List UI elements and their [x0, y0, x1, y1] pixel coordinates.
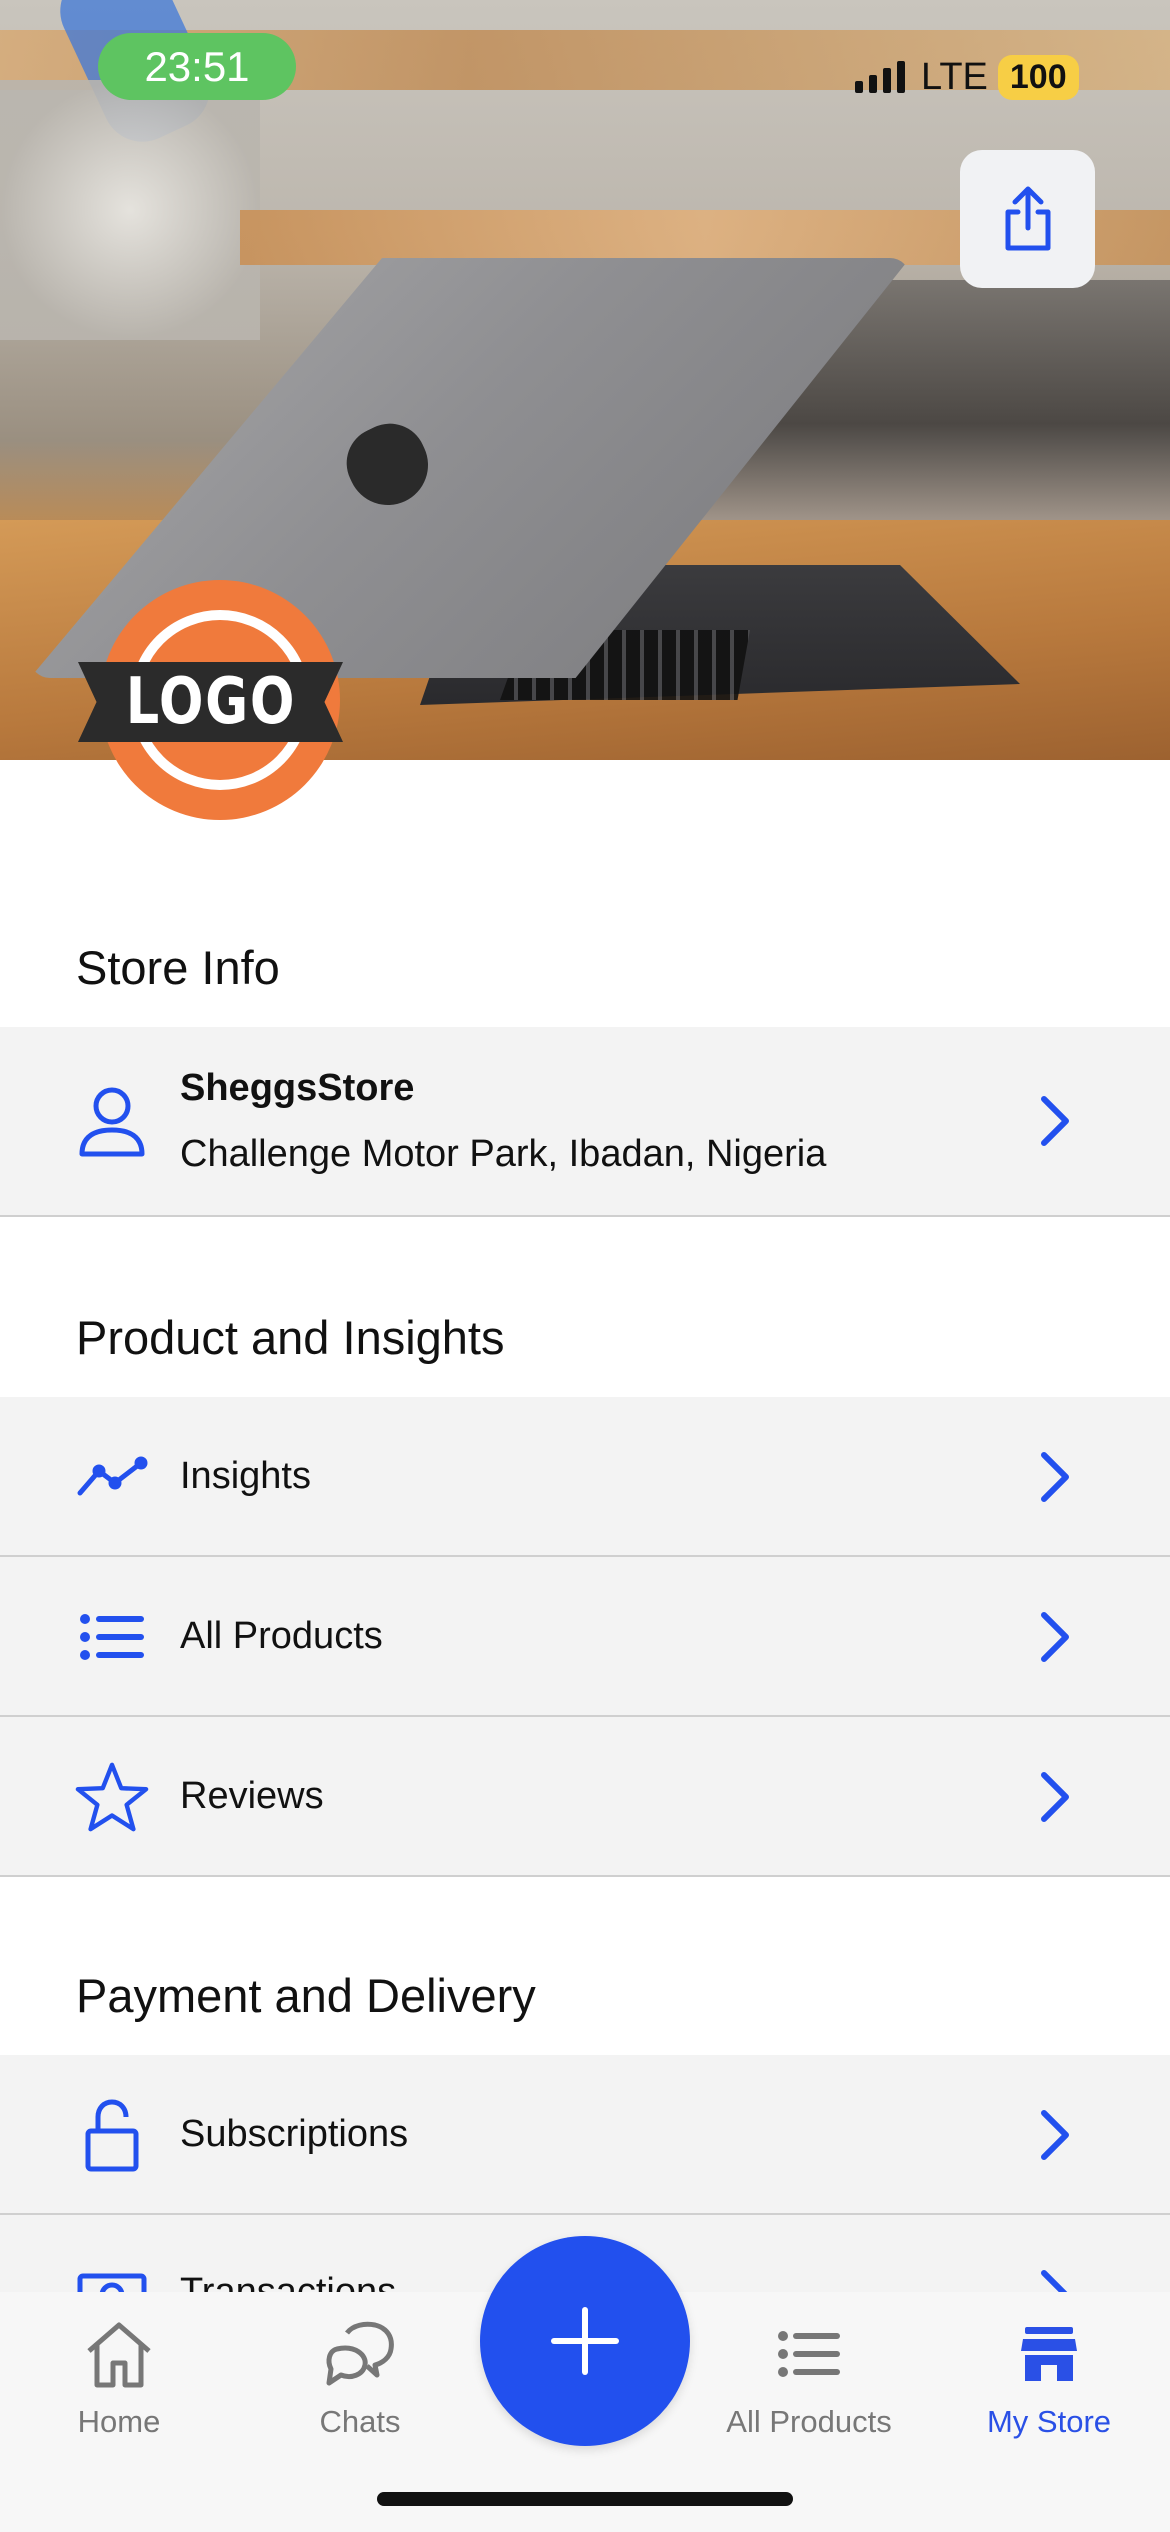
tab-label: Home [77, 2404, 161, 2439]
list-icon [74, 1599, 150, 1675]
tab-my-store[interactable]: My Store [939, 2314, 1159, 2464]
tab-home[interactable]: Home [9, 2314, 229, 2464]
section-title-payment-delivery: Payment and Delivery [76, 1969, 536, 2022]
store-logo: LOGO [78, 580, 343, 820]
store-info-row[interactable]: SheggsStore Challenge Motor Park, Ibadan… [0, 1027, 1170, 1217]
share-icon [1005, 186, 1050, 251]
chevron-right-icon [1030, 1607, 1080, 1667]
star-icon [74, 1759, 150, 1835]
store-name: SheggsStore [180, 1067, 415, 1109]
tab-label: All Products [726, 2404, 892, 2439]
trend-line-icon [74, 1439, 150, 1515]
chevron-right-icon [1030, 1091, 1080, 1151]
tab-label: Chats [319, 2404, 401, 2439]
menu-item-insights[interactable]: Insights [0, 1397, 1170, 1557]
store-address: Challenge Motor Park, Ibadan, Nigeria [180, 1133, 827, 1175]
store-icon [1009, 2314, 1089, 2394]
tab-chats[interactable]: Chats [250, 2314, 470, 2464]
battery-level: 100 [997, 54, 1079, 100]
list-icon [769, 2314, 849, 2394]
background-object [0, 80, 260, 340]
tab-label: My Store [986, 2404, 1112, 2439]
signal-icon [855, 61, 905, 93]
unlock-icon [74, 2097, 150, 2173]
chat-icon [320, 2314, 400, 2394]
menu-item-label: Reviews [180, 1775, 324, 1817]
menu-item-subscriptions[interactable]: Subscriptions [0, 2055, 1170, 2215]
chevron-right-icon [1030, 1767, 1080, 1827]
section-title-product-insights: Product and Insights [76, 1311, 505, 1364]
person-icon [74, 1083, 150, 1159]
menu-item-label: Insights [180, 1455, 311, 1497]
add-button[interactable] [480, 2236, 690, 2446]
menu-item-all-products[interactable]: All Products [0, 1557, 1170, 1717]
share-button[interactable] [960, 150, 1095, 288]
chevron-right-icon [1030, 1447, 1080, 1507]
logo-ribbon: LOGO [78, 662, 343, 742]
status-time: 23:51 [98, 33, 296, 100]
section-title-store-info: Store Info [76, 941, 280, 994]
menu-item-label: Subscriptions [180, 2113, 409, 2155]
menu-item-label: All Products [180, 1615, 383, 1657]
home-icon [79, 2314, 159, 2394]
plus-icon [551, 2307, 619, 2375]
network-type: LTE [921, 55, 988, 98]
tab-all-products[interactable]: All Products [699, 2314, 919, 2464]
menu-item-reviews[interactable]: Reviews [0, 1717, 1170, 1877]
status-indicators: LTE 100 [855, 52, 1079, 102]
chevron-right-icon [1030, 2105, 1080, 2165]
logo-text: LOGO [125, 665, 296, 739]
home-indicator [377, 2492, 793, 2506]
